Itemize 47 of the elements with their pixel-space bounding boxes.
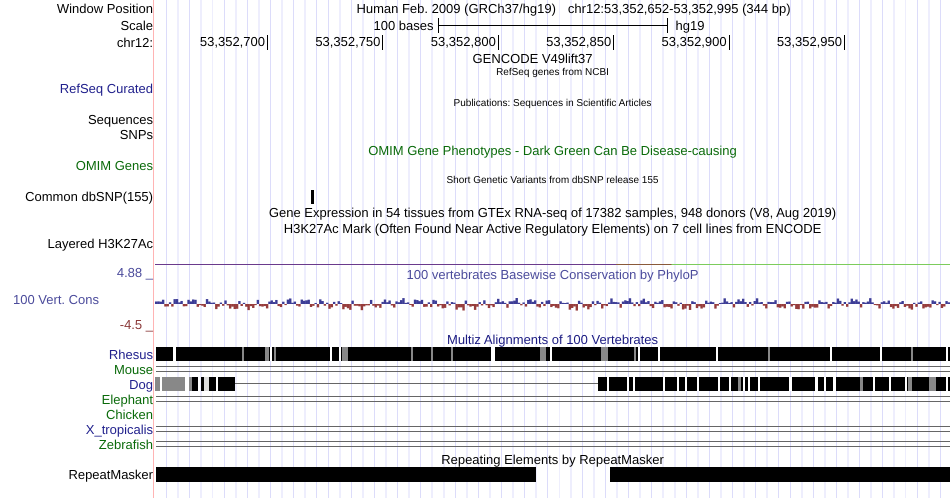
- track-title: Publications: Sequences in Scientific Articles: [454, 99, 652, 109]
- track-title: Gene Expression in 54 tissues from GTEx RNA-seq of 17382 samples, 948 donors (V8, Aug 2019): [268, 206, 836, 219]
- track-label[interactable]: Elephant: [102, 392, 153, 407]
- track-label[interactable]: Mouse: [114, 362, 153, 377]
- ruler-label: 53,352,900: [662, 35, 727, 48]
- tick-mark: [844, 35, 845, 50]
- track-title: RefSeq genes from NCBI: [496, 68, 609, 78]
- tick-mark: [267, 35, 268, 50]
- track-label[interactable]: X_tropicalis: [86, 422, 153, 437]
- track-label[interactable]: RefSeq Curated: [60, 80, 153, 96]
- track-label[interactable]: Layered H3K27Ac: [47, 236, 153, 250]
- tick-mark: [613, 35, 614, 50]
- snp-marker[interactable]: [311, 190, 314, 204]
- track-label[interactable]: Rhesus: [108, 347, 153, 362]
- track-title: H3K27Ac Mark (Often Found Near Active Regulatory Elements) on 7 cell lines from ENCODE: [284, 222, 822, 235]
- track-label[interactable]: 100 Vert. Cons: [13, 292, 99, 307]
- track-label[interactable]: Zebrafish: [98, 437, 153, 452]
- track-title: Repeating Elements by RepeatMasker: [441, 453, 664, 466]
- track-label[interactable]: OMIM Genes: [76, 158, 153, 173]
- ruler-label: 53,352,950: [776, 35, 842, 48]
- tick-mark: [382, 35, 384, 50]
- track-label[interactable]: Dog: [129, 377, 153, 392]
- ruler-label: 53,352,850: [546, 35, 612, 48]
- track-label[interactable]: Common dbSNP(155): [25, 189, 153, 204]
- track-label[interactable]: Chicken: [106, 407, 153, 422]
- track-label[interactable]: Sequences: [88, 112, 153, 126]
- assembly-title: Human Feb. 2009 (GRCh37/hg19): [356, 2, 556, 15]
- tick-mark: [498, 35, 499, 50]
- track-title: Multiz Alignments of 100 Vertebrates: [446, 333, 658, 346]
- ruler-label: 53,352,800: [430, 35, 496, 48]
- track-label[interactable]: SNPs: [120, 126, 153, 142]
- scale-assembly: hg19: [676, 18, 704, 33]
- row-label[interactable]: chr12:: [116, 34, 153, 50]
- axis-max-label: 4.88 _: [116, 265, 153, 280]
- track-title: 100 vertebrates Basewise Conservation by PhyloP: [406, 267, 698, 282]
- track-title: GENCODE V49lift37: [472, 52, 592, 64]
- axis-min-label: -4.5 _: [120, 317, 153, 332]
- row-label[interactable]: Window Position: [56, 1, 153, 16]
- scale-length: 100 bases: [374, 18, 434, 33]
- track-title: Short Genetic Variants from dbSNP release 155: [446, 176, 658, 186]
- row-label[interactable]: Scale: [120, 18, 153, 33]
- ruler-label: 53,352,700: [200, 35, 265, 48]
- position-text: chr12:53,352,652-53,352,995 (344 bp): [568, 2, 791, 15]
- tick-mark: [728, 35, 730, 50]
- track-label[interactable]: RepeatMasker: [68, 467, 153, 482]
- ruler-label: 53,352,750: [315, 35, 380, 48]
- track-title: OMIM Gene Phenotypes - Dark Green Can Be Disease-causing: [368, 144, 737, 156]
